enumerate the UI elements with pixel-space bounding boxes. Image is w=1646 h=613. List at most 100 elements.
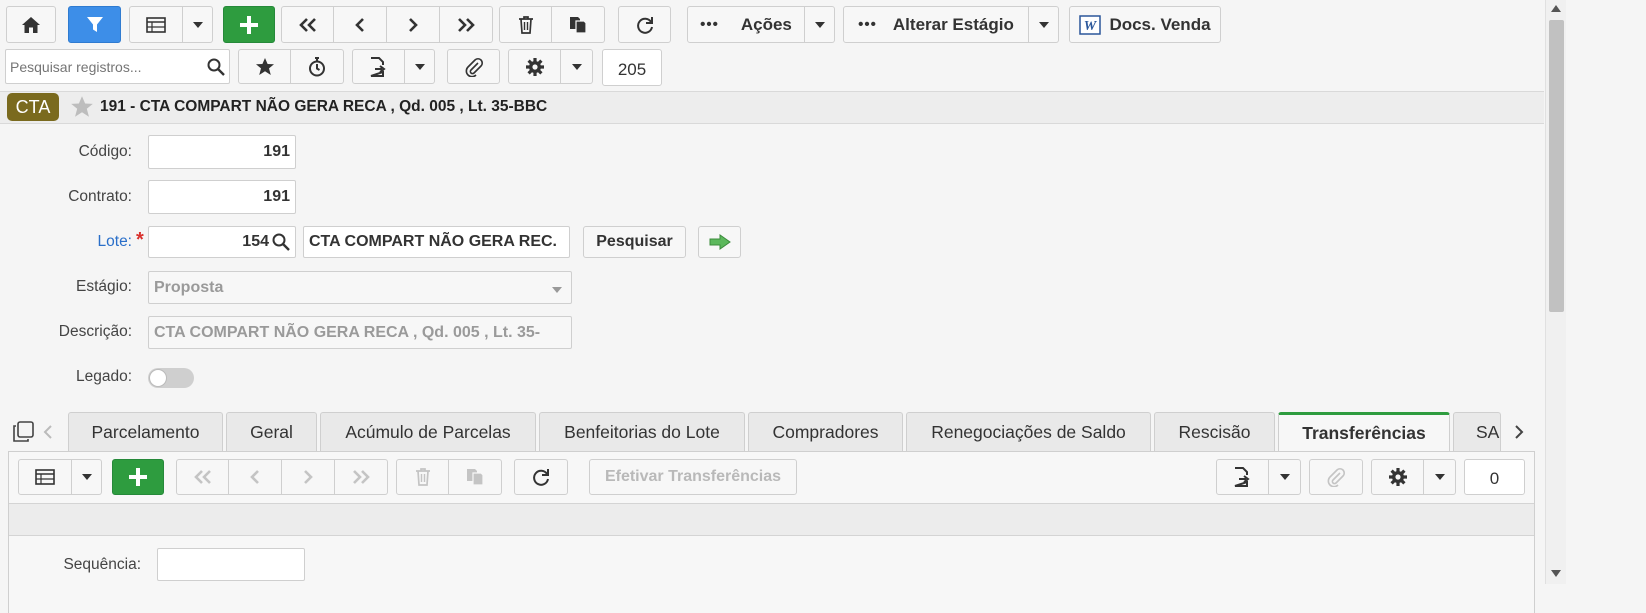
go-to-lote-button[interactable] <box>698 226 741 258</box>
contrato-label: Contrato: <box>68 188 132 205</box>
grid-view-button[interactable] <box>129 6 183 43</box>
sub-record-actions-group <box>396 459 502 495</box>
filter-button[interactable] <box>68 6 121 43</box>
settings-dropdown-button[interactable] <box>561 49 593 84</box>
sub-first-button[interactable] <box>176 459 229 495</box>
scroll-down-icon[interactable] <box>1551 570 1561 578</box>
sub-add-group <box>112 459 164 495</box>
tab-benfeitorias-do-lote[interactable]: Benfeitorias do Lote <box>539 412 745 452</box>
tab-acumulo-de-parcelas[interactable]: Acúmulo de Parcelas <box>320 412 536 452</box>
last-record-button[interactable] <box>440 6 493 43</box>
required-indicator: * <box>136 229 144 251</box>
first-record-button[interactable] <box>281 6 334 43</box>
alterar-estagio-button[interactable]: ••• Alterar Estágio <box>843 6 1029 43</box>
tab-parcelamento[interactable]: Parcelamento <box>68 412 223 452</box>
export-file-icon <box>1234 467 1250 487</box>
descricao-field[interactable]: CTA COMPART NÃO GERA RECA , Qd. 005 , Lt… <box>148 316 572 349</box>
record-count: 205 <box>602 49 662 86</box>
codigo-field[interactable]: 191 <box>148 135 296 169</box>
sub-attachment-group <box>1309 459 1363 495</box>
chevron-down-icon <box>1038 21 1049 28</box>
legado-toggle[interactable] <box>148 368 194 388</box>
lote-description-field[interactable]: CTA COMPART NÃO GERA REC. <box>303 226 570 258</box>
efetivar-transferencias-button[interactable]: Efetivar Transferências <box>589 459 797 495</box>
sub-view-dropdown-button[interactable] <box>72 459 102 495</box>
settings-button[interactable] <box>508 49 561 84</box>
sub-attachment-button[interactable] <box>1309 459 1363 495</box>
lote-label-link[interactable]: Lote: <box>30 233 132 251</box>
sub-settings-group <box>1371 459 1456 495</box>
export-button[interactable] <box>352 49 405 84</box>
sub-copy-button[interactable] <box>449 459 502 495</box>
previous-record-button[interactable] <box>334 6 387 43</box>
tab-label: Geral <box>250 422 293 442</box>
tab-transferencias[interactable]: Transferências <box>1278 412 1450 452</box>
lote-search-icon[interactable] <box>272 233 290 251</box>
timer-button[interactable] <box>291 49 344 84</box>
favorite-star-icon[interactable] <box>70 95 94 118</box>
sub-add-button[interactable] <box>112 459 164 495</box>
tabs-scroll-right-icon[interactable] <box>1513 424 1525 440</box>
docs-venda-button[interactable]: W Docs. Venda <box>1069 6 1221 43</box>
tab-sa[interactable]: SA <box>1453 412 1501 452</box>
acoes-dropdown-button[interactable] <box>805 6 835 43</box>
alterar-estagio-dropdown-button[interactable] <box>1029 6 1059 43</box>
sub-settings-button[interactable] <box>1371 459 1424 495</box>
search-icon[interactable] <box>207 58 225 76</box>
tab-rescisao[interactable]: Rescisão <box>1154 412 1275 452</box>
acoes-label: Ações <box>740 14 792 34</box>
estagio-value: Proposta <box>154 278 224 296</box>
alterar-estagio-label: Alterar Estágio <box>892 14 1014 34</box>
tabs-scroll-left-icon[interactable] <box>42 424 54 440</box>
favorites-button[interactable] <box>238 49 291 84</box>
tab-geral[interactable]: Geral <box>226 412 317 452</box>
acoes-button[interactable]: ••• Ações <box>687 6 805 43</box>
copy-button[interactable] <box>552 6 605 43</box>
trash-icon <box>415 468 430 486</box>
search-input[interactable] <box>10 56 200 78</box>
sub-previous-button[interactable] <box>229 459 282 495</box>
sub-export-button[interactable] <box>1216 459 1269 495</box>
tab-renegociacoes-de-saldo[interactable]: Renegociações de Saldo <box>906 412 1151 452</box>
view-dropdown-button[interactable] <box>183 6 213 43</box>
record-type-badge: CTA <box>7 93 59 121</box>
sub-next-button[interactable] <box>282 459 335 495</box>
refresh-button[interactable] <box>618 6 671 43</box>
home-button[interactable] <box>6 6 56 43</box>
tab-label: Benfeitorias do Lote <box>564 422 720 442</box>
tab-label: Transferências <box>1302 423 1426 443</box>
estagio-select[interactable]: Proposta <box>148 271 572 304</box>
tab-label: SA <box>1476 422 1500 442</box>
tab-compradores[interactable]: Compradores <box>748 412 903 452</box>
sub-record-count: 0 <box>1464 459 1525 495</box>
sub-delete-button[interactable] <box>396 459 449 495</box>
attachment-button[interactable] <box>447 49 500 84</box>
sequencia-field[interactable] <box>157 548 305 581</box>
sub-refresh-button[interactable] <box>514 459 568 495</box>
sub-export-dropdown-button[interactable] <box>1269 459 1301 495</box>
descricao-label: Descrição: <box>58 323 132 340</box>
favorite-history-group <box>238 49 344 84</box>
settings-group <box>508 49 593 84</box>
scrollbar-thumb[interactable] <box>1549 20 1564 312</box>
navigation-group <box>281 6 493 43</box>
add-record-button[interactable] <box>223 6 275 43</box>
estagio-label: Estágio: <box>75 278 132 295</box>
gear-icon <box>525 57 544 76</box>
restore-tabs-icon[interactable] <box>12 421 34 443</box>
contrato-field[interactable]: 191 <box>148 180 296 214</box>
export-dropdown-button[interactable] <box>405 49 435 84</box>
plus-icon <box>240 15 258 34</box>
sub-settings-dropdown-button[interactable] <box>1424 459 1456 495</box>
vertical-scrollbar[interactable] <box>1545 0 1566 584</box>
refresh-group <box>618 6 671 43</box>
scroll-up-icon[interactable] <box>1551 4 1561 12</box>
refresh-icon <box>636 16 653 34</box>
sub-grid-view-button[interactable] <box>18 459 72 495</box>
pesquisar-button[interactable]: Pesquisar <box>583 226 686 258</box>
delete-button[interactable] <box>499 6 552 43</box>
next-record-button[interactable] <box>387 6 440 43</box>
toggle-knob <box>149 369 167 387</box>
arrow-right-icon <box>709 234 731 250</box>
sub-last-button[interactable] <box>335 459 388 495</box>
